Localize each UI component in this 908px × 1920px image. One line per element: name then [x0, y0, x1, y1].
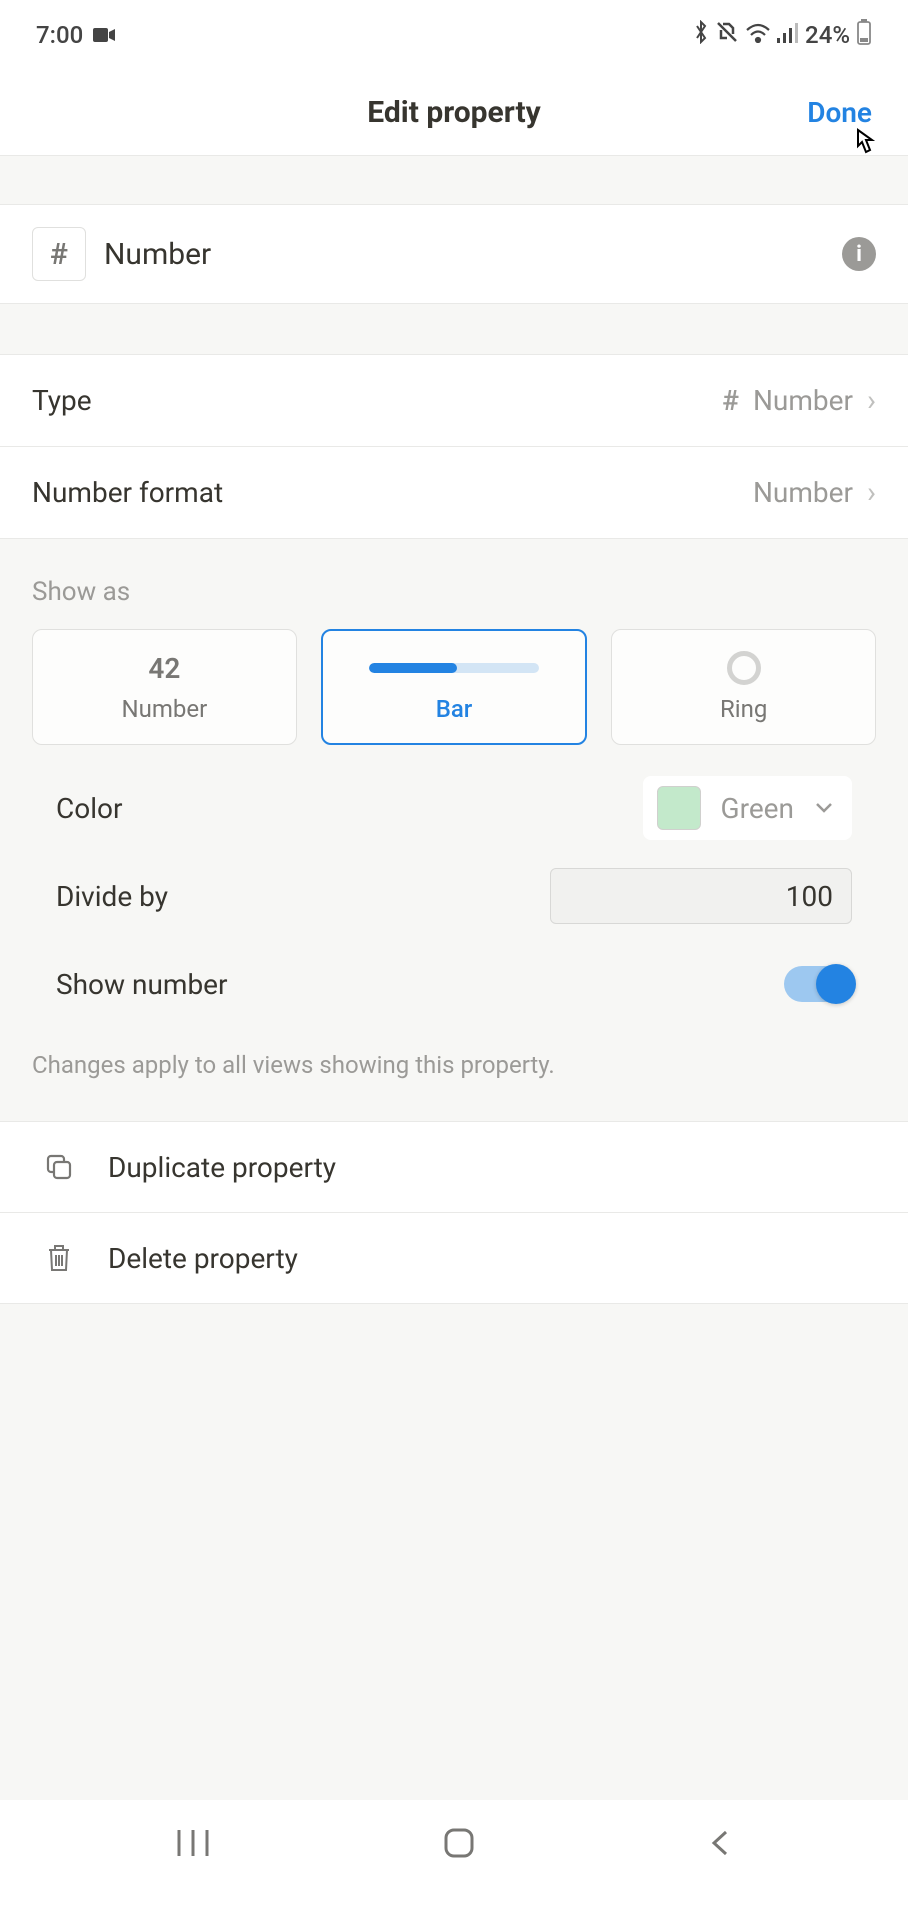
show-number-row: Show number: [56, 955, 852, 1013]
hash-icon: #: [32, 227, 86, 281]
number-preview: 42: [148, 651, 180, 685]
divide-by-row: Divide by 100: [56, 867, 852, 925]
color-value: Green: [721, 792, 794, 825]
info-icon[interactable]: i: [842, 237, 876, 271]
page-title: Edit property: [367, 95, 540, 130]
home-button[interactable]: [442, 1826, 476, 1864]
back-button[interactable]: [708, 1826, 732, 1864]
duplicate-property-button[interactable]: Duplicate property: [0, 1122, 908, 1213]
battery-icon: [856, 19, 872, 51]
color-picker[interactable]: Green: [643, 776, 852, 840]
divide-by-label: Divide by: [56, 880, 168, 913]
duplicate-label: Duplicate property: [108, 1151, 336, 1184]
system-nav-bar: [0, 1800, 908, 1920]
type-label: Type: [32, 384, 92, 417]
header: Edit property Done: [0, 70, 908, 156]
show-number-toggle[interactable]: [784, 966, 852, 1002]
property-name-field[interactable]: Number: [104, 237, 824, 272]
bar-icon: [369, 663, 539, 673]
display-option-ring[interactable]: Ring: [611, 629, 876, 745]
type-value: Number: [753, 384, 853, 417]
recents-button[interactable]: [176, 1828, 210, 1862]
delete-label: Delete property: [108, 1242, 298, 1275]
format-value: Number: [753, 476, 853, 509]
display-option-bar[interactable]: Bar: [321, 629, 588, 745]
cursor-icon: [848, 122, 878, 166]
duplicate-icon: [42, 1150, 76, 1184]
divide-by-input[interactable]: 100: [550, 868, 852, 924]
status-time: 7:00: [36, 21, 83, 49]
number-format-row[interactable]: Number format Number ›: [0, 447, 908, 538]
battery-percent: 24%: [805, 21, 850, 49]
color-row: Color Green: [56, 779, 852, 837]
chevron-right-icon: ›: [867, 475, 876, 510]
chevron-down-icon: [814, 799, 834, 818]
display-option-number[interactable]: 42 Number: [32, 629, 297, 745]
type-row[interactable]: Type # Number ›: [0, 355, 908, 447]
note-text: Changes apply to all views showing this …: [0, 1013, 908, 1121]
property-name-row[interactable]: # Number i: [0, 205, 908, 303]
status-bar: 7:00 24%: [0, 0, 908, 70]
format-label: Number format: [32, 476, 223, 509]
display-option-label: Number: [121, 695, 207, 723]
wifi-icon: [745, 21, 771, 49]
vibrate-icon: [715, 20, 739, 50]
signal-icon: [777, 21, 799, 49]
chevron-right-icon: ›: [867, 383, 876, 418]
display-option-label: Bar: [436, 695, 473, 723]
delete-property-button[interactable]: Delete property: [0, 1213, 908, 1303]
hash-icon: #: [722, 384, 739, 417]
camera-icon: [93, 21, 115, 49]
ring-icon: [727, 651, 761, 685]
show-number-label: Show number: [56, 968, 228, 1001]
bluetooth-icon: [693, 20, 709, 50]
trash-icon: [42, 1241, 76, 1275]
color-swatch: [657, 786, 701, 830]
display-option-label: Ring: [720, 695, 767, 723]
show-as-label: Show as: [32, 577, 876, 607]
color-label: Color: [56, 792, 122, 825]
